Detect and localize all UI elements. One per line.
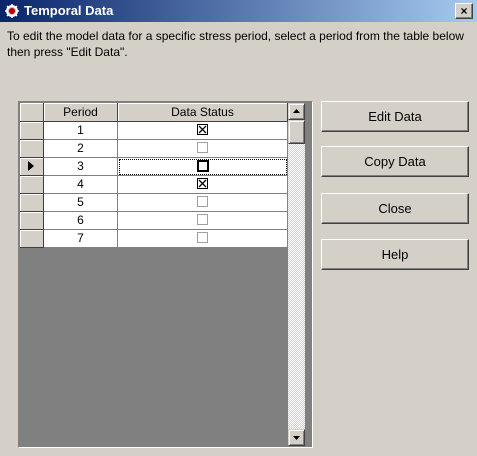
vertical-scrollbar[interactable]	[288, 103, 305, 446]
scroll-up-button[interactable]	[288, 103, 305, 120]
instruction-text: To edit the model data for a specific st…	[7, 29, 464, 59]
period-cell[interactable]: 3	[44, 158, 118, 176]
period-cell[interactable]: 1	[44, 122, 118, 140]
scroll-down-button[interactable]	[288, 429, 305, 446]
column-header-data-status[interactable]: Data Status	[118, 103, 288, 122]
arrow-up-icon	[293, 109, 300, 113]
data-status-cell[interactable]	[118, 122, 288, 140]
unchecked-checkbox-icon[interactable]	[197, 142, 208, 154]
table-body: Period Data Status 1234567	[20, 103, 311, 446]
row-indicator[interactable]	[20, 140, 44, 158]
data-status-cell[interactable]	[118, 212, 288, 230]
row-indicator[interactable]	[20, 158, 44, 176]
periods-table: Period Data Status 1234567	[18, 101, 313, 448]
copy-data-button[interactable]: Copy Data	[321, 146, 469, 177]
row-indicator[interactable]	[20, 194, 44, 212]
close-button[interactable]: Close	[321, 193, 469, 224]
period-cell[interactable]: 5	[44, 194, 118, 212]
window-title: Temporal Data	[24, 3, 114, 18]
checked-checkbox-icon[interactable]	[197, 124, 208, 136]
corner-header	[20, 103, 44, 122]
unchecked-checkbox-icon[interactable]	[197, 214, 208, 226]
edit-data-button[interactable]: Edit Data	[321, 101, 469, 132]
checked-checkbox-icon[interactable]	[197, 178, 208, 190]
arrow-down-icon	[293, 436, 300, 440]
data-status-cell[interactable]	[118, 194, 288, 212]
unchecked-checkbox-icon[interactable]	[197, 232, 208, 244]
row-indicator[interactable]	[20, 230, 44, 248]
row-indicator[interactable]	[20, 122, 44, 140]
close-window-button[interactable]: ×	[455, 3, 473, 19]
period-cell[interactable]: 4	[44, 176, 118, 194]
column-header-period[interactable]: Period	[44, 103, 118, 122]
current-row-arrow-icon	[28, 161, 34, 171]
app-icon	[5, 4, 19, 18]
period-cell[interactable]: 6	[44, 212, 118, 230]
period-cell[interactable]: 7	[44, 230, 118, 248]
unchecked-checkbox-icon[interactable]	[197, 196, 208, 208]
unchecked-checkbox-icon[interactable]	[196, 159, 209, 172]
help-button[interactable]: Help	[321, 239, 469, 270]
title-bar: Temporal Data ×	[0, 0, 477, 22]
data-status-cell[interactable]	[118, 176, 288, 194]
data-status-cell[interactable]	[118, 140, 288, 158]
period-cell[interactable]: 2	[44, 140, 118, 158]
scroll-thumb[interactable]	[288, 120, 305, 144]
row-indicator[interactable]	[20, 212, 44, 230]
data-status-cell[interactable]	[118, 158, 288, 176]
data-status-cell[interactable]	[118, 230, 288, 248]
row-indicator[interactable]	[20, 176, 44, 194]
